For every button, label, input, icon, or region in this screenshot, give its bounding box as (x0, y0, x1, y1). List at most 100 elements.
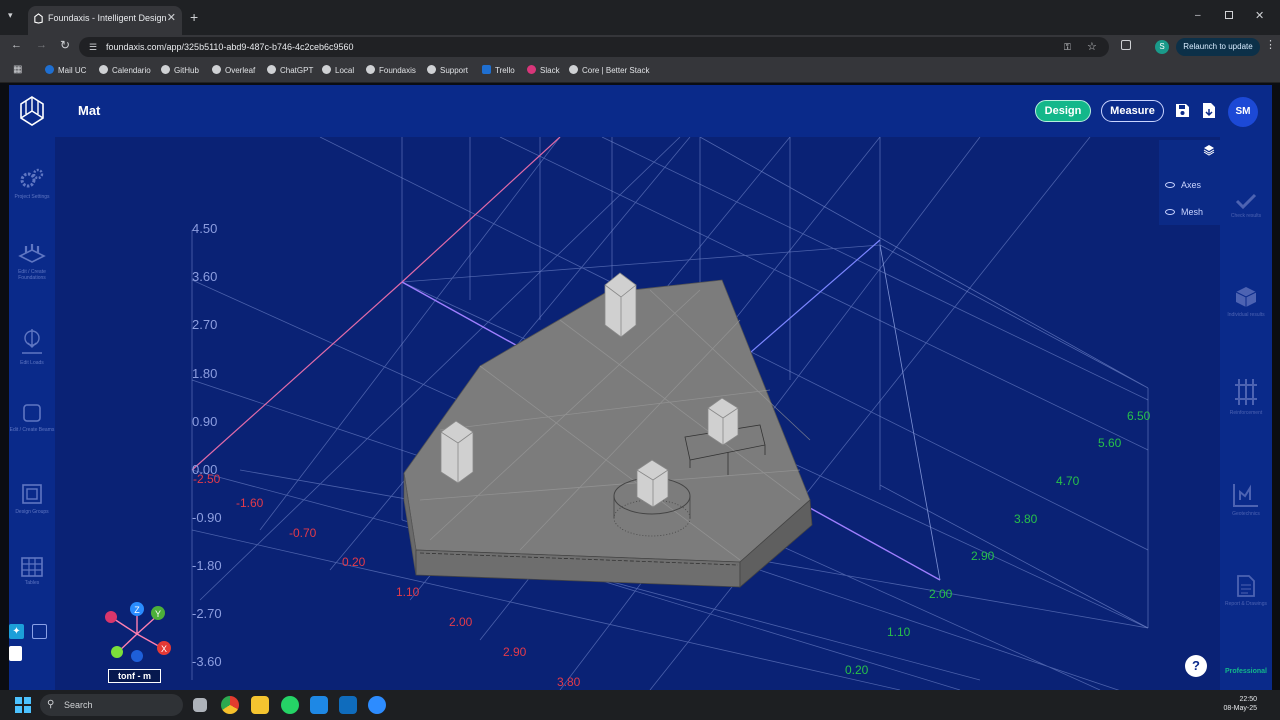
geotechnics-icon (1233, 484, 1258, 507)
table-icon (21, 557, 43, 577)
system-clock[interactable]: 22:50 08-May-25 (1224, 695, 1257, 713)
bookmark-overleaf[interactable]: Overleaf (212, 64, 255, 77)
sidebar-item-beams[interactable]: Edit / Create Beams (9, 402, 55, 433)
foundaxis-logo-icon[interactable] (17, 95, 47, 127)
sidebar-item-individual-results[interactable]: Individual results (1220, 285, 1272, 318)
column-2[interactable] (707, 397, 739, 446)
layers-icon[interactable] (1203, 144, 1215, 156)
minimize-icon[interactable]: – (1195, 10, 1201, 21)
gears-icon (20, 168, 44, 188)
plan-badge: Professional (1224, 668, 1267, 675)
sidebar-item-reinforcement[interactable]: Reinforcement (1220, 377, 1272, 416)
relaunch-button[interactable]: Relaunch to update (1176, 38, 1260, 56)
reload-icon[interactable]: ↻ (60, 38, 70, 52)
measure-button[interactable]: Measure (1101, 100, 1164, 122)
bookmark-local[interactable]: Local (322, 64, 354, 77)
z-axis-labels: 4.50 3.60 2.70 1.80 0.90 0.00 -0.90 -1.8… (192, 221, 222, 669)
sidebar-label-check-results: Check results (1230, 213, 1262, 219)
task-view-icon[interactable] (193, 698, 207, 712)
y-tick: 6.50 (1127, 409, 1151, 423)
menu-kebab-icon[interactable]: ⋮ (1265, 38, 1276, 51)
y-tick: 2.00 (929, 587, 953, 601)
browser-tab[interactable]: Foundaxis - Intelligent Design ✕ (28, 6, 182, 35)
layer-toggle-axes[interactable]: Axes (1165, 180, 1201, 190)
3d-viewport[interactable]: 4.50 3.60 2.70 1.80 0.90 0.00 -0.90 -1.8… (55, 137, 1220, 690)
add-view-icon[interactable]: ✦ (9, 624, 24, 639)
bookmark-trello[interactable]: Trello (482, 64, 515, 77)
sidebar-item-design-groups[interactable]: Design Groups (9, 482, 55, 515)
file-explorer-icon[interactable] (251, 696, 269, 714)
sidebar-item-project-settings[interactable]: Project Settings (9, 167, 55, 200)
extensions-icon[interactable] (1121, 40, 1131, 50)
design-groups-icon (22, 484, 42, 504)
save-view-icon[interactable] (32, 624, 47, 639)
address-bar[interactable]: ☰ foundaxis.com/app/325b5110-abd9-487c-b… (79, 37, 1109, 57)
app-body: Project Settings Edit / Create Foundatio… (9, 137, 1272, 690)
outlook-icon[interactable] (339, 696, 357, 714)
sidebar-label-report-drawings: Report & Drawings (1225, 601, 1267, 607)
column-4[interactable] (440, 420, 474, 484)
bookmark-foundaxis[interactable]: Foundaxis (366, 64, 416, 77)
sidebar-item-geotechnics[interactable]: Geotechnics (1220, 482, 1272, 517)
3d-scene[interactable]: 4.50 3.60 2.70 1.80 0.90 0.00 -0.90 -1.8… (55, 137, 1220, 690)
bookmark-better-stack[interactable]: Core | Better Stack (569, 64, 649, 77)
sidebar-item-report-drawings[interactable]: Report & Drawings (1220, 574, 1272, 607)
bookmark-chatgpt[interactable]: ChatGPT (267, 64, 313, 77)
sidebar-item-tables[interactable]: Tables (9, 557, 55, 586)
taskbar-search-label: Search (64, 700, 93, 710)
x-tick: 0.20 (342, 555, 366, 569)
bookmark-calendario[interactable]: Calendario (99, 64, 151, 77)
layer-toggle-mesh[interactable]: Mesh (1165, 207, 1203, 217)
bookmark-mail-uc[interactable]: Mail UC (45, 64, 86, 77)
bookmark-star-icon[interactable]: ☆ (1087, 37, 1097, 57)
site-info-icon[interactable]: ☰ (89, 37, 97, 57)
bookmark-slack[interactable]: Slack (527, 64, 560, 77)
close-window-icon[interactable]: ✕ (1255, 9, 1264, 22)
x-tick: 2.00 (449, 615, 473, 629)
taskbar-search[interactable]: ⚲ Search (40, 694, 183, 716)
x-tick: -1.60 (236, 496, 264, 510)
chrome-icon[interactable] (221, 696, 239, 714)
tab-search-icon[interactable]: ▾ (8, 10, 13, 21)
column-1[interactable] (604, 272, 637, 338)
windows-start-icon[interactable] (15, 697, 31, 713)
bookmark-support[interactable]: Support (427, 64, 468, 77)
sidebar-item-foundations[interactable]: Edit / Create Foundations (9, 242, 55, 281)
notes-icon[interactable] (9, 646, 22, 661)
vscode-icon[interactable] (310, 696, 328, 714)
z-tick: -0.90 (192, 510, 222, 525)
bookmark-github[interactable]: GitHub (161, 64, 199, 77)
z-tick: -2.70 (192, 606, 222, 621)
sidebar-label-design-groups: Design Groups (15, 509, 49, 515)
load-icon (22, 329, 42, 354)
cube-icon (1235, 287, 1257, 307)
y-tick: 4.70 (1056, 474, 1080, 488)
whatsapp-icon[interactable] (281, 696, 299, 714)
z-tick: 2.70 (192, 317, 217, 332)
back-icon[interactable]: ← (11, 39, 22, 51)
units-label[interactable]: tonf - m (108, 669, 161, 683)
user-avatar[interactable]: SM (1228, 97, 1258, 127)
profile-avatar[interactable]: S (1155, 40, 1169, 54)
forward-icon[interactable]: → (36, 39, 47, 51)
column-3[interactable] (636, 459, 669, 508)
reinforcement-icon (1235, 379, 1257, 405)
close-tab-icon[interactable]: ✕ (167, 6, 176, 30)
check-icon (1235, 193, 1257, 210)
save-icon[interactable] (1175, 103, 1190, 118)
maximize-icon[interactable] (1225, 11, 1233, 19)
export-file-icon[interactable] (1202, 102, 1216, 119)
sidebar-item-check-results[interactable]: Check results (1220, 192, 1272, 219)
new-tab-button[interactable]: + (190, 9, 198, 25)
y-axis-labels: 6.50 5.60 4.70 3.80 2.90 2.00 1.10 0.20 (845, 409, 1151, 677)
orientation-gizmo[interactable]: Z Y X (105, 602, 171, 662)
search-icon: ⚲ (47, 699, 55, 710)
help-button[interactable]: ? (1185, 655, 1207, 677)
password-key-icon[interactable]: ⚿ (1064, 37, 1071, 57)
sidebar-item-loads[interactable]: Edit Loads (9, 327, 55, 366)
apps-grid-icon[interactable]: ▦ (13, 64, 22, 75)
zoom-icon[interactable] (368, 696, 386, 714)
design-button[interactable]: Design (1035, 100, 1091, 122)
sidebar-label-foundations: Edit / Create Foundations (18, 269, 46, 281)
sidebar-label-individual-results: Individual results (1227, 312, 1265, 318)
